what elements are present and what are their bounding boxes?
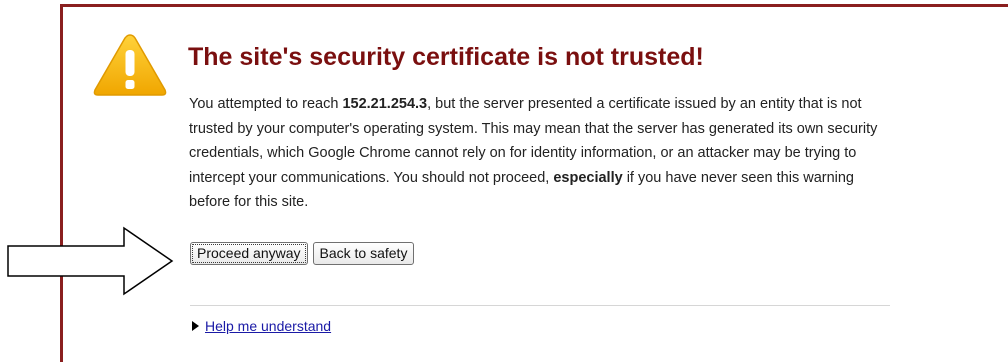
outline-arrow-right-icon [7, 226, 174, 296]
warning-triangle-icon [93, 34, 167, 96]
proceed-anyway-button[interactable]: Proceed anyway [190, 242, 308, 265]
help-link-label: Help me understand [205, 318, 332, 334]
help-me-understand-link[interactable]: Help me understand [192, 318, 331, 334]
message-text-1: You attempted to reach [189, 96, 343, 112]
triangle-right-icon [192, 321, 199, 331]
target-host: 152.21.254.3 [342, 96, 428, 112]
divider [190, 305, 890, 306]
back-to-safety-button[interactable]: Back to safety [312, 242, 415, 265]
page: The site's security certificate is not t… [0, 0, 1008, 362]
message-emphasis: especially [553, 169, 623, 186]
action-buttons: Proceed anyway Back to safety [190, 242, 415, 265]
page-title: The site's security certificate is not t… [188, 43, 704, 71]
warning-message: You attempted to reach 152.21.254.3, but… [189, 92, 889, 215]
